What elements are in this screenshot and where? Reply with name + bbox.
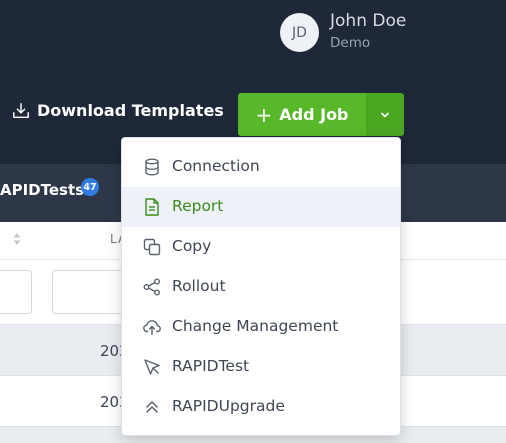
chevron-down-icon <box>381 112 389 117</box>
menu-item-copy[interactable]: Copy <box>122 227 400 267</box>
menu-item-change-management[interactable]: Change Management <box>122 307 400 347</box>
tab-count-badge: 47 <box>81 178 99 196</box>
menu-item-rapidtest[interactable]: RAPIDTest <box>122 347 400 387</box>
plus-icon: + <box>255 102 273 127</box>
menu-item-connection[interactable]: Connection <box>122 147 400 187</box>
add-job-dropdown-menu: Connection Report Copy Rollout Change Ma… <box>121 137 401 436</box>
menu-item-label: Connection <box>172 157 260 175</box>
menu-item-label: Rollout <box>172 277 226 295</box>
add-job-dropdown-toggle[interactable] <box>366 93 404 136</box>
sort-icon[interactable] <box>12 230 22 248</box>
download-templates-label: Download Templates <box>37 101 224 120</box>
menu-item-label: Report <box>172 197 224 215</box>
add-job-label: Add Job <box>279 105 349 124</box>
cloud-upload-icon <box>143 320 161 336</box>
download-templates-button[interactable]: Download Templates <box>12 101 224 120</box>
menu-item-label: RAPIDUpgrade <box>172 397 285 415</box>
copy-icon <box>143 238 161 256</box>
menu-item-rollout[interactable]: Rollout <box>122 267 400 307</box>
menu-item-label: RAPIDTest <box>172 357 250 375</box>
cursor-icon <box>144 359 160 375</box>
user-subtitle: Demo <box>330 35 371 51</box>
add-job-button[interactable]: + Add Job <box>238 93 366 136</box>
filter-input[interactable] <box>0 270 32 314</box>
document-icon <box>145 198 159 216</box>
download-icon <box>13 102 29 118</box>
double-chevron-up-icon <box>146 401 158 413</box>
menu-item-label: Copy <box>172 237 212 255</box>
tab-rapidtests[interactable]: APIDTests <box>0 181 84 199</box>
avatar[interactable]: JD <box>280 13 319 52</box>
menu-item-label: Change Management <box>172 317 339 335</box>
filter-input[interactable] <box>52 270 132 314</box>
share-icon <box>143 278 160 296</box>
menu-item-report[interactable]: Report <box>122 187 400 227</box>
user-name: John Doe <box>330 11 407 31</box>
database-icon <box>145 158 159 176</box>
menu-item-rapidupgrade[interactable]: RAPIDUpgrade <box>122 387 400 427</box>
